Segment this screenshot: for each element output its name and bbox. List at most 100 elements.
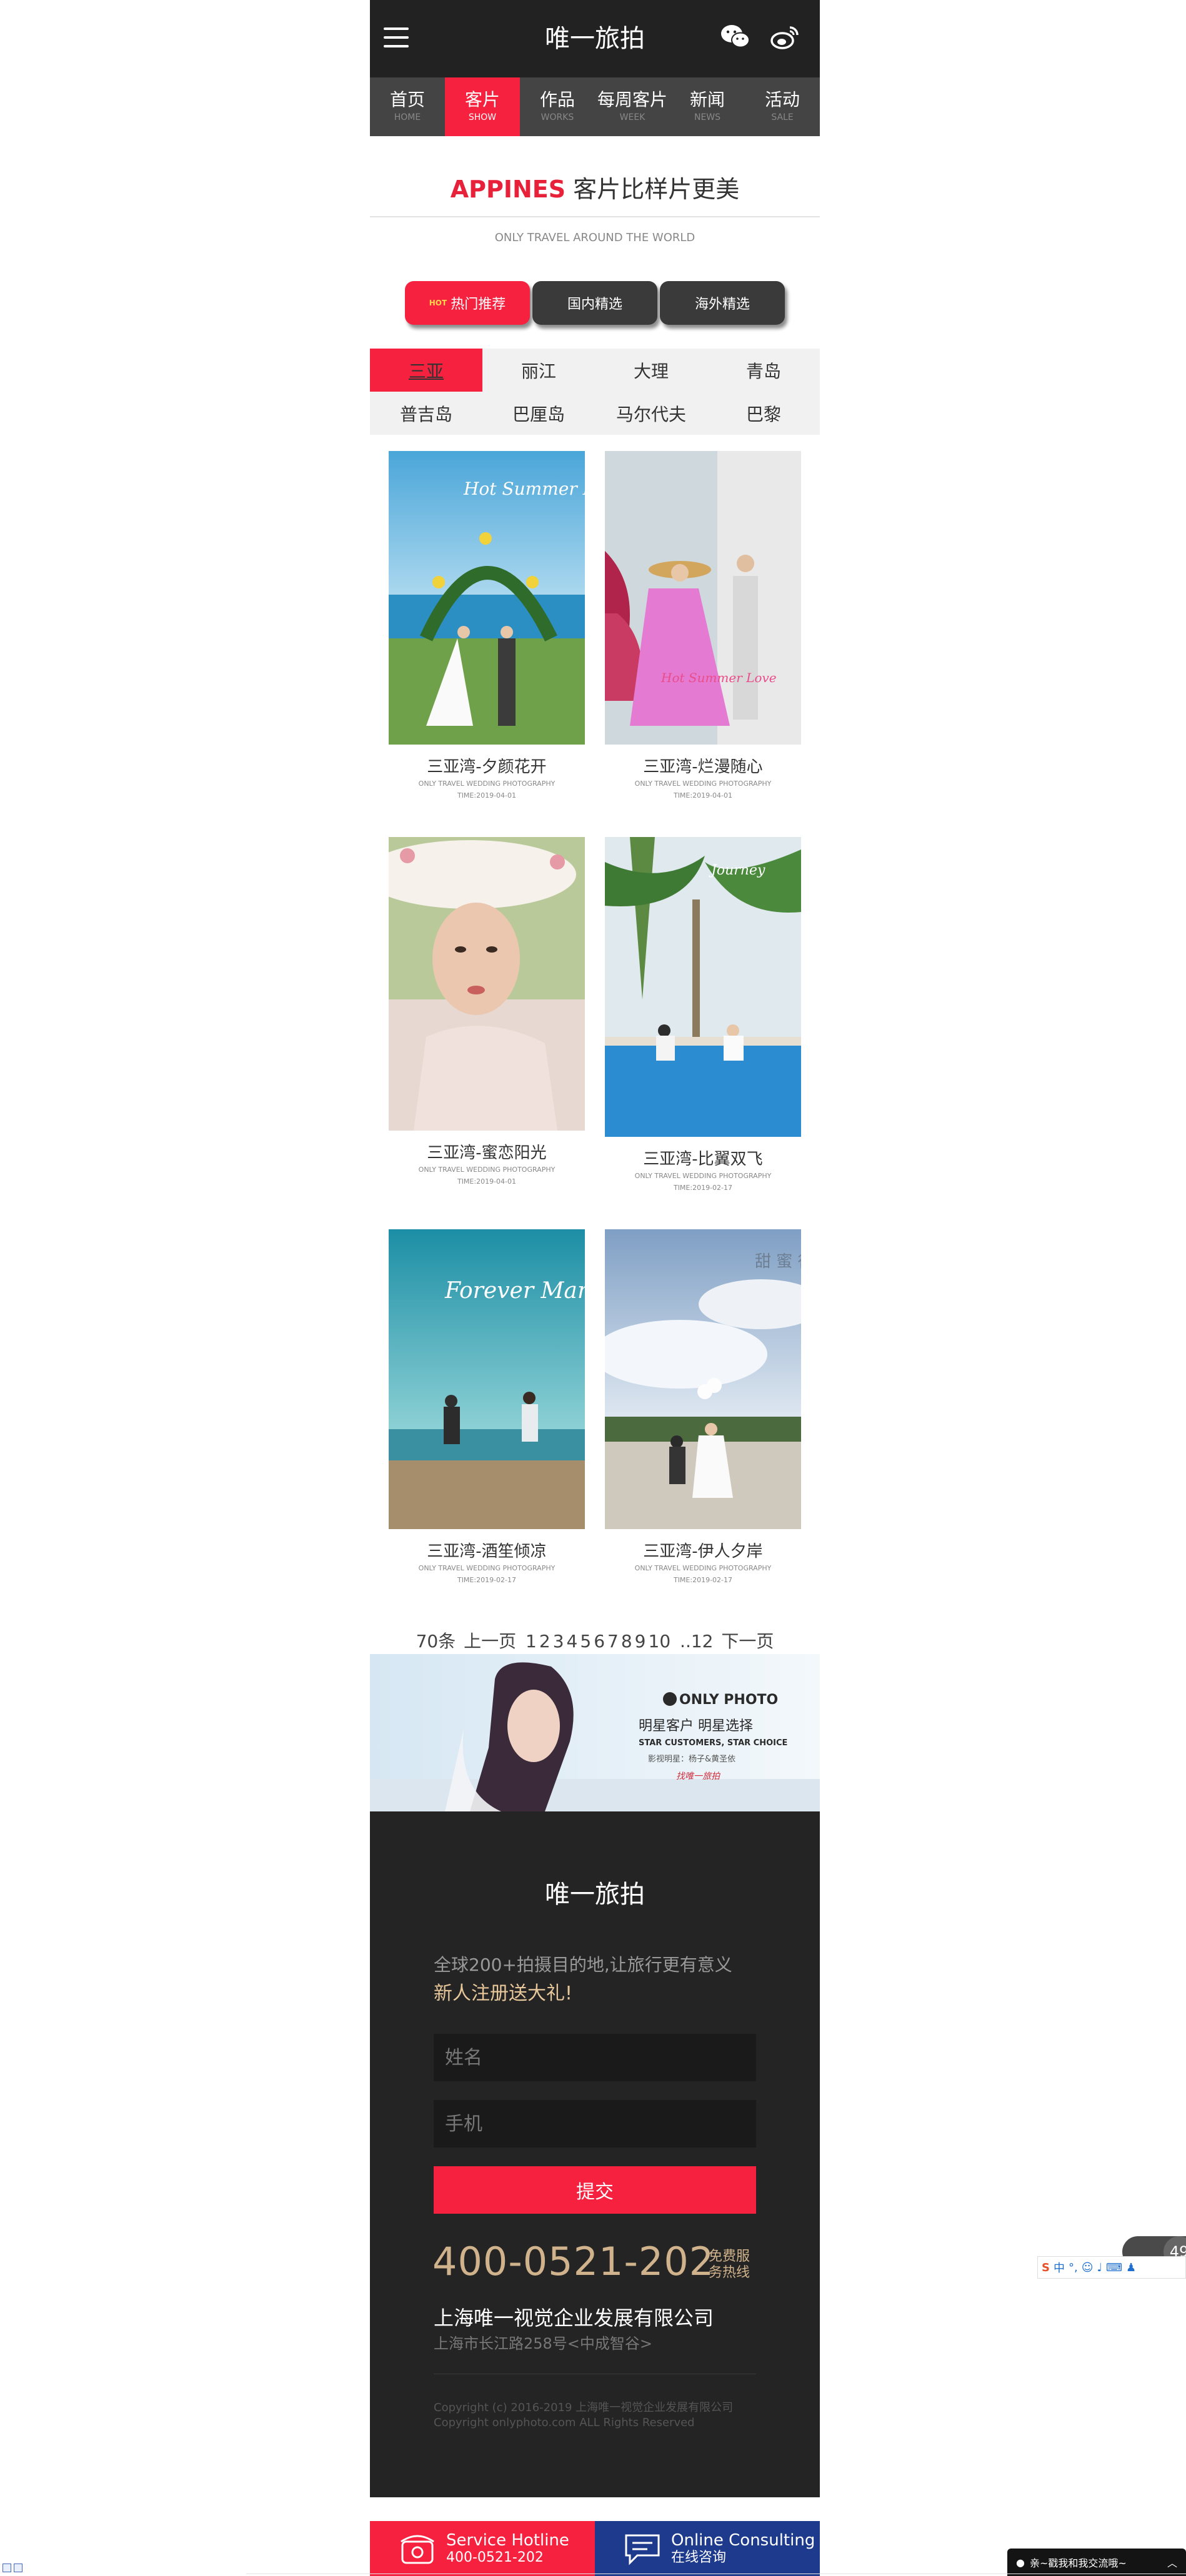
live-chat-bar[interactable]: ● 亲~戳我和我交流哦~ ︿: [1007, 2549, 1186, 2576]
item-title[interactable]: 三亚湾-酒笙倾凉: [389, 1542, 585, 1562]
hotline-label: Service Hotline: [446, 2531, 569, 2550]
gallery-photo[interactable]: Hot Summer Love: [389, 451, 585, 745]
nav-sublabel: WEEK: [619, 112, 645, 122]
gallery-photo[interactable]: Journey: [605, 837, 801, 1137]
mic-icon[interactable]: ♩: [1097, 2261, 1102, 2274]
chat-bubble-icon: ●: [1016, 2556, 1025, 2569]
city-qingdao[interactable]: 青岛: [707, 349, 820, 392]
promo-banner[interactable]: ONLY PHOTO 明星客户 明星选择 STAR CUSTOMERS, STA…: [370, 1654, 820, 1811]
gallery-photo[interactable]: 甜 蜜 行: [605, 1229, 801, 1529]
gallery-photo[interactable]: Hot Summer Love: [605, 451, 801, 745]
city-paris[interactable]: 巴黎: [707, 392, 820, 435]
banner-line1: 明星客户 明星选择: [639, 1718, 753, 1734]
page-link[interactable]: 3: [553, 1631, 564, 1652]
page-link[interactable]: 1: [526, 1631, 537, 1652]
page: 唯一旅拍 首页 HOME 客片 SHOW 作品 WORKS 每周客片 WEEK 新闻 NEWS 活动…: [0, 0, 1186, 2576]
phone-field[interactable]: [434, 2100, 756, 2147]
item-title[interactable]: 三亚湾-比翼双飞: [605, 1149, 801, 1169]
page-link[interactable]: 9: [635, 1631, 646, 1652]
item-subtitle: ONLY TRAVEL WEDDING PHOTOGRAPHY: [634, 1172, 772, 1180]
city-bali[interactable]: 巴厘岛: [482, 392, 595, 435]
gallery-item[interactable]: Journey 三亚湾-比翼双飞 ONLY TRAVEL WEDDING PHO…: [605, 837, 801, 1192]
top-bar: 唯一旅拍: [370, 0, 820, 77]
tab-overseas[interactable]: 海外精选: [660, 281, 785, 325]
hotline-value: 400-0521-202: [446, 2550, 544, 2565]
title-divider: [370, 216, 820, 217]
nav-sublabel: WORKS: [541, 112, 574, 122]
punctuation-icon[interactable]: °,: [1069, 2261, 1078, 2274]
city-phuket[interactable]: 普吉岛: [370, 392, 482, 435]
photo-caption: Forever Markt: [444, 1278, 585, 1304]
gallery-photo[interactable]: Forever Markt: [389, 1229, 585, 1529]
nav-label: 客片: [464, 89, 500, 110]
emoji-icon[interactable]: ☺: [1082, 2261, 1094, 2274]
banner-line2: STAR CUSTOMERS, STAR CHOICE: [639, 1738, 787, 1748]
nav-works[interactable]: 作品 WORKS: [520, 77, 595, 136]
nav-news[interactable]: 新闻 NEWS: [670, 77, 745, 136]
bottom-action-bar: Service Hotline 400-0521-202 Online Cons…: [370, 2521, 820, 2576]
photo-caption: 甜 蜜 行: [755, 1252, 801, 1271]
item-title[interactable]: 三亚湾-烂漫随心: [605, 757, 801, 777]
page-link[interactable]: 2: [539, 1631, 551, 1652]
name-field[interactable]: [434, 2034, 756, 2081]
page-link[interactable]: 6: [594, 1631, 605, 1652]
city-lijiang[interactable]: 丽江: [482, 349, 595, 392]
item-time: TIME:2019-02-17: [457, 1576, 517, 1584]
gallery-item[interactable]: Forever Markt 三亚湾-酒笙倾凉 ONLY TRAVEL WEDDI…: [389, 1229, 585, 1584]
page-link-last[interactable]: ..12: [680, 1631, 713, 1652]
ime-mode[interactable]: 中: [1054, 2259, 1065, 2276]
tab-hot[interactable]: HOT 热门推荐: [405, 281, 530, 325]
prev-page-link[interactable]: 上一页: [464, 1631, 516, 1652]
gallery-item[interactable]: Hot Summer Love 三亚湾-夕颜花开 ONLY TRAVEL WED…: [389, 451, 585, 800]
nav-home[interactable]: 首页 HOME: [370, 77, 445, 136]
section-subtitle: ONLY TRAVEL AROUND THE WORLD: [494, 231, 695, 244]
skin-icon[interactable]: ♟: [1126, 2261, 1136, 2274]
category-tabs: HOT 热门推荐 国内精选 海外精选: [370, 281, 820, 325]
banner-line4: 找唯一旅拍: [676, 1771, 721, 1781]
page-link[interactable]: 5: [580, 1631, 591, 1652]
item-time: TIME:2019-04-01: [673, 791, 733, 800]
service-hotline-button[interactable]: Service Hotline 400-0521-202: [370, 2521, 595, 2576]
gallery-item[interactable]: 三亚湾-蜜恋阳光 ONLY TRAVEL WEDDING PHOTOGRAPHY…: [389, 837, 585, 1186]
city-sanya[interactable]: 三亚: [370, 349, 482, 392]
nav-week[interactable]: 每周客片 WEEK: [595, 77, 670, 136]
submit-button[interactable]: 提交: [434, 2166, 756, 2214]
gallery-item[interactable]: 甜 蜜 行 三亚湾-伊人夕岸 ONLY TRAVEL WEDDING PHOTO…: [605, 1229, 801, 1584]
item-subtitle: ONLY TRAVEL WEDDING PHOTOGRAPHY: [634, 1564, 772, 1572]
keyboard-icon[interactable]: ⌨: [1106, 2261, 1122, 2274]
ime-toolbar[interactable]: S 中 °, ☺ ♩ ⌨ ♟: [1037, 2256, 1186, 2279]
item-time: TIME:2019-02-17: [673, 1576, 733, 1584]
page-link[interactable]: 4: [567, 1631, 578, 1652]
item-time: TIME:2019-04-01: [457, 791, 517, 800]
page-link[interactable]: 8: [621, 1631, 632, 1652]
weibo-icon[interactable]: [770, 22, 801, 51]
nav-show[interactable]: 客片 SHOW: [445, 77, 520, 136]
chevron-up-icon[interactable]: ︿: [1167, 2555, 1177, 2570]
item-title[interactable]: 三亚湾-蜜恋阳光: [389, 1143, 585, 1163]
promo-text: 全球200+拍摄目的地,让旅行更有意义: [434, 1954, 732, 1975]
item-title[interactable]: 三亚湾-伊人夕岸: [605, 1542, 801, 1562]
photo-caption: Hot Summer Love: [660, 670, 777, 685]
wechat-icon[interactable]: [720, 22, 751, 51]
nav-sale[interactable]: 活动 SALE: [745, 77, 820, 136]
nav-label: 新闻: [689, 89, 725, 110]
section-title-brand: APPINES: [450, 176, 566, 203]
tab-label: 国内精选: [567, 297, 622, 312]
gallery-item[interactable]: Hot Summer Love 三亚湾-烂漫随心 ONLY TRAVEL WED…: [605, 451, 801, 800]
hot-badge: HOT: [429, 299, 447, 307]
nav-label: 每周客片: [597, 89, 667, 110]
gallery-photo[interactable]: [389, 837, 585, 1131]
company-address: 上海市长江路258号<中成智谷>: [434, 2335, 653, 2352]
next-page-link[interactable]: 下一页: [721, 1631, 774, 1652]
brand-title: 唯一旅拍: [545, 24, 645, 53]
city-dali[interactable]: 大理: [595, 349, 707, 392]
online-consulting-button[interactable]: Online Consulting 在线咨询: [595, 2521, 820, 2576]
item-subtitle: ONLY TRAVEL WEDDING PHOTOGRAPHY: [418, 780, 556, 788]
page-link[interactable]: 7: [607, 1631, 619, 1652]
photo-caption: Journey: [709, 863, 765, 878]
item-title[interactable]: 三亚湾-夕颜花开: [389, 757, 585, 777]
city-maldives[interactable]: 马尔代夫: [595, 392, 707, 435]
page-link[interactable]: 10: [649, 1631, 671, 1652]
hotline-number: 400-0521-202: [432, 2239, 715, 2284]
tab-domestic[interactable]: 国内精选: [532, 281, 657, 325]
